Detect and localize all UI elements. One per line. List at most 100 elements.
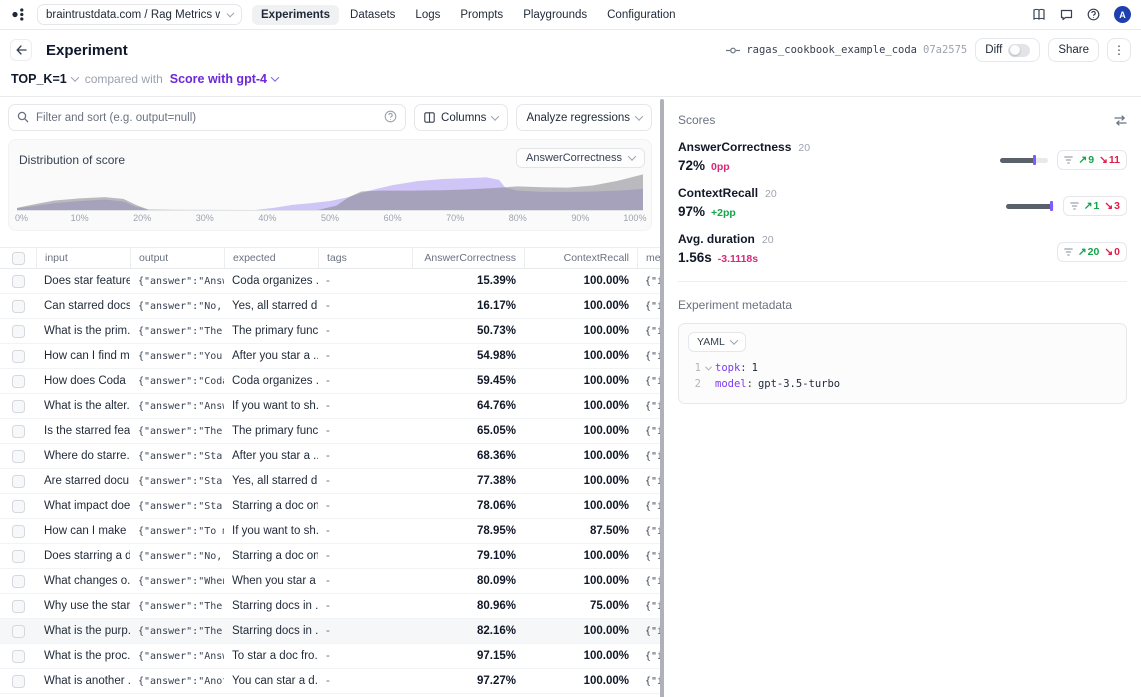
cell-input[interactable]: What impact doe... xyxy=(36,500,130,512)
cell-expected[interactable]: You can star a d... xyxy=(224,675,318,687)
cell-input[interactable]: What is the proc... xyxy=(36,650,130,662)
row-checkbox[interactable] xyxy=(12,475,25,488)
cell-expected[interactable]: Starring a doc on... xyxy=(224,550,318,562)
cell-contextrecall[interactable]: 87.50% xyxy=(524,525,637,537)
table-row[interactable]: What is another ... {"answer":"Anot... Y… xyxy=(0,669,660,694)
cell-tags[interactable]: - xyxy=(318,425,412,437)
cell-tags[interactable]: - xyxy=(318,625,412,637)
cell-output[interactable]: {"answer":"Star... xyxy=(130,451,224,462)
cell-metadata[interactable]: {"id xyxy=(637,476,660,487)
cell-input[interactable]: What is the purp... xyxy=(36,625,130,637)
cell-tags[interactable]: - xyxy=(318,550,412,562)
table-row[interactable]: Are starred docu... {"answer":"Star... Y… xyxy=(0,469,660,494)
cell-metadata[interactable]: {"id xyxy=(637,551,660,562)
row-checkbox[interactable] xyxy=(12,550,25,563)
cell-answercorrectness[interactable]: 16.17% xyxy=(412,300,524,312)
base-experiment-selector[interactable]: TOP_K=1 xyxy=(11,72,78,86)
row-checkbox[interactable] xyxy=(12,325,25,338)
cell-metadata[interactable]: {"id xyxy=(637,676,660,687)
cell-input[interactable]: Is the starred fea... xyxy=(36,425,130,437)
cell-answercorrectness[interactable]: 97.15% xyxy=(412,650,524,662)
row-checkbox[interactable] xyxy=(12,300,25,313)
cell-contextrecall[interactable]: 100.00% xyxy=(524,450,637,462)
comparison-experiment-selector[interactable]: Score with gpt-4 xyxy=(170,72,278,86)
cell-contextrecall[interactable]: 100.00% xyxy=(524,550,637,562)
table-row[interactable]: What is the purp... {"answer":"The ... S… xyxy=(0,619,660,644)
cell-input[interactable]: How can I make ... xyxy=(36,525,130,537)
regression-filter-pill[interactable]: ↗9 ↘11 xyxy=(1057,150,1127,170)
col-header-input[interactable]: input xyxy=(36,248,130,268)
cell-input[interactable]: Why use the star... xyxy=(36,600,130,612)
cell-tags[interactable]: - xyxy=(318,450,412,462)
cell-expected[interactable]: If you want to sh... xyxy=(224,525,318,537)
table-row[interactable]: What changes o... {"answer":"When... Whe… xyxy=(0,569,660,594)
cell-contextrecall[interactable]: 100.00% xyxy=(524,650,637,662)
cell-input[interactable]: What is the alter... xyxy=(36,400,130,412)
cell-input[interactable]: Does star feature... xyxy=(36,275,130,287)
cell-answercorrectness[interactable]: 68.36% xyxy=(412,450,524,462)
cell-output[interactable]: {"answer":"Answ... xyxy=(130,401,224,412)
cell-answercorrectness[interactable]: 65.05% xyxy=(412,425,524,437)
cell-tags[interactable]: - xyxy=(318,600,412,612)
col-header-answercorrectness[interactable]: AnswerCorrectness xyxy=(412,248,524,268)
table-row[interactable]: Does starring a d... {"answer":"No, ... … xyxy=(0,544,660,569)
table-row[interactable]: How can I find m... {"answer":"You ... A… xyxy=(0,344,660,369)
col-header-expected[interactable]: expected xyxy=(224,248,318,268)
cell-contextrecall[interactable]: 100.00% xyxy=(524,275,637,287)
filter-help-icon[interactable] xyxy=(384,110,397,123)
row-checkbox[interactable] xyxy=(12,450,25,463)
cell-expected[interactable]: Starring docs in ... xyxy=(224,625,318,637)
share-button[interactable]: Share xyxy=(1048,38,1099,62)
cell-input[interactable]: Where do starre... xyxy=(36,450,130,462)
metadata-format-selector[interactable]: YAML xyxy=(688,332,746,352)
cell-metadata[interactable]: {"id xyxy=(637,401,660,412)
cell-answercorrectness[interactable]: 80.09% xyxy=(412,575,524,587)
table-row[interactable]: How does Coda ... {"answer":"Coda... Cod… xyxy=(0,369,660,394)
more-options-button[interactable]: ⋮ xyxy=(1107,38,1131,62)
columns-button[interactable]: Columns xyxy=(414,104,508,131)
cell-expected[interactable]: The primary func... xyxy=(224,325,318,337)
cell-output[interactable]: {"answer":"The ... xyxy=(130,601,224,612)
table-row[interactable]: Does star feature... {"answer":"Answ... … xyxy=(0,269,660,294)
cell-input[interactable]: How does Coda ... xyxy=(36,375,130,387)
table-row[interactable]: What is the alter... {"answer":"Answ... … xyxy=(0,394,660,419)
cell-contextrecall[interactable]: 100.00% xyxy=(524,425,637,437)
row-checkbox[interactable] xyxy=(12,275,25,288)
cell-answercorrectness[interactable]: 50.73% xyxy=(412,325,524,337)
cell-output[interactable]: {"answer":"The ... xyxy=(130,626,224,637)
regression-filter-pill[interactable]: ↗1 ↘3 xyxy=(1063,196,1127,216)
chart-metric-selector[interactable]: AnswerCorrectness xyxy=(516,148,645,168)
cell-answercorrectness[interactable]: 59.45% xyxy=(412,375,524,387)
compare-direction-icon[interactable] xyxy=(1114,115,1127,126)
cell-metadata[interactable]: {"id xyxy=(637,526,660,537)
cell-output[interactable]: {"answer":"Coda... xyxy=(130,376,224,387)
cell-input[interactable]: How can I find m... xyxy=(36,350,130,362)
analyze-regressions-button[interactable]: Analyze regressions xyxy=(516,104,652,131)
cell-tags[interactable]: - xyxy=(318,675,412,687)
cell-answercorrectness[interactable]: 78.95% xyxy=(412,525,524,537)
cell-tags[interactable]: - xyxy=(318,275,412,287)
cell-tags[interactable]: - xyxy=(318,500,412,512)
select-all-checkbox[interactable] xyxy=(12,252,25,265)
cell-metadata[interactable]: {"id xyxy=(637,326,660,337)
cell-output[interactable]: {"answer":"When... xyxy=(130,576,224,587)
cell-tags[interactable]: - xyxy=(318,400,412,412)
cell-metadata[interactable]: {"id xyxy=(637,301,660,312)
cell-input[interactable]: What is another ... xyxy=(36,675,130,687)
row-checkbox[interactable] xyxy=(12,400,25,413)
cell-expected[interactable]: The primary func... xyxy=(224,425,318,437)
tab-configuration[interactable]: Configuration xyxy=(598,5,684,25)
table-row[interactable]: Is the starred fea... {"answer":"The ...… xyxy=(0,419,660,444)
cell-contextrecall[interactable]: 100.00% xyxy=(524,325,637,337)
col-header-output[interactable]: output xyxy=(130,248,224,268)
cell-tags[interactable]: - xyxy=(318,525,412,537)
cell-answercorrectness[interactable]: 82.16% xyxy=(412,625,524,637)
cell-metadata[interactable]: {"id xyxy=(637,576,660,587)
regression-filter-pill[interactable]: ↗20 ↘0 xyxy=(1057,242,1127,262)
cell-contextrecall[interactable]: 100.00% xyxy=(524,350,637,362)
cell-tags[interactable]: - xyxy=(318,300,412,312)
cell-contextrecall[interactable]: 100.00% xyxy=(524,675,637,687)
cell-answercorrectness[interactable]: 78.06% xyxy=(412,500,524,512)
cell-output[interactable]: {"answer":"Anot... xyxy=(130,676,224,687)
cell-metadata[interactable]: {"id xyxy=(637,351,660,362)
